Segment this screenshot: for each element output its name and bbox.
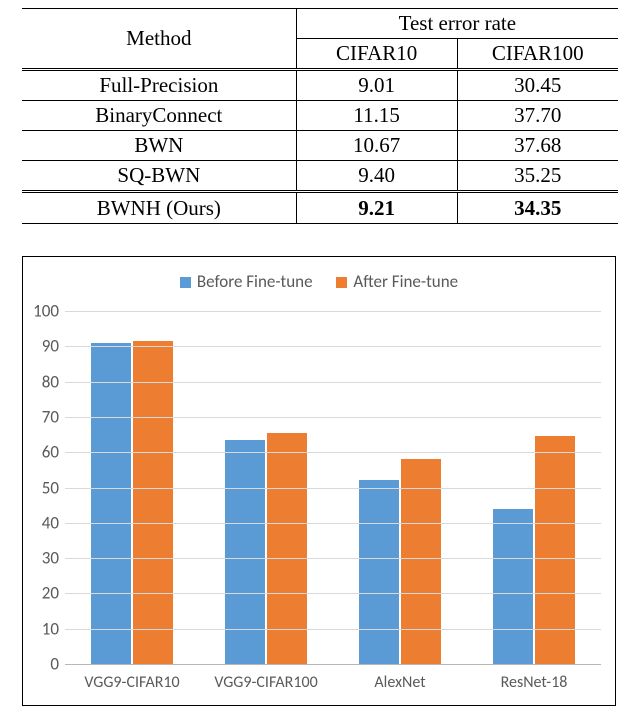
gridline	[65, 382, 601, 383]
legend-after: After Fine-tune	[336, 271, 458, 292]
th-cifar100: CIFAR100	[457, 39, 618, 70]
finetune-bar-chart: Before Fine-tune After Fine-tune VGG9-CI…	[22, 256, 616, 706]
row-c100: 35.25	[457, 161, 618, 192]
y-tick-label: 100	[29, 301, 59, 322]
th-cifar10: CIFAR10	[296, 39, 457, 70]
y-tick-label: 90	[29, 336, 59, 357]
plot-area: VGG9-CIFAR10VGG9-CIFAR100AlexNetResNet-1…	[65, 311, 601, 665]
results-table: Method Test error rate CIFAR10 CIFAR100 …	[22, 8, 618, 224]
y-tick-label: 20	[29, 583, 59, 604]
chart-legend: Before Fine-tune After Fine-tune	[23, 271, 615, 292]
row-c10: 11.15	[296, 101, 457, 131]
swatch-before-icon	[180, 277, 191, 288]
bar-after	[535, 436, 575, 664]
gridline	[65, 417, 601, 418]
row-method: SQ-BWN	[22, 161, 296, 192]
bar-before	[91, 343, 131, 664]
row-c100: 30.45	[457, 70, 618, 101]
row-method: Full-Precision	[22, 70, 296, 101]
row-method: BWN	[22, 131, 296, 161]
row-c10: 10.67	[296, 131, 457, 161]
y-tick-label: 50	[29, 477, 59, 498]
bar-before	[359, 480, 399, 664]
x-tick-label: VGG9-CIFAR10	[65, 673, 199, 692]
y-tick-label: 0	[29, 654, 59, 675]
y-tick-label: 60	[29, 442, 59, 463]
row-c10: 9.01	[296, 70, 457, 101]
y-tick-label: 80	[29, 371, 59, 392]
y-tick-label: 30	[29, 548, 59, 569]
y-tick-label: 10	[29, 618, 59, 639]
row-c10: 9.40	[296, 161, 457, 192]
legend-before: Before Fine-tune	[180, 271, 313, 292]
gridline	[65, 629, 601, 630]
y-tick-label: 70	[29, 406, 59, 427]
row-c100: 37.68	[457, 131, 618, 161]
swatch-after-icon	[336, 277, 347, 288]
row-method: BinaryConnect	[22, 101, 296, 131]
gridline	[65, 558, 601, 559]
x-tick-label: AlexNet	[333, 673, 467, 692]
row-ours-c10: 9.21	[296, 192, 457, 224]
x-tick-label: ResNet-18	[467, 673, 601, 692]
gridline	[65, 523, 601, 524]
x-tick-label: VGG9-CIFAR100	[199, 673, 333, 692]
bar-after	[133, 341, 173, 664]
gridline	[65, 593, 601, 594]
row-ours-method: BWNH (Ours)	[22, 192, 296, 224]
y-tick-label: 40	[29, 512, 59, 533]
gridline	[65, 452, 601, 453]
gridline	[65, 488, 601, 489]
bar-after	[401, 459, 441, 664]
gridline	[65, 346, 601, 347]
row-c100: 37.70	[457, 101, 618, 131]
gridline	[65, 311, 601, 312]
th-spanning: Test error rate	[296, 9, 618, 39]
th-method: Method	[22, 9, 296, 70]
bar-before	[225, 440, 265, 664]
bar-before	[493, 509, 533, 664]
row-ours-c100: 34.35	[457, 192, 618, 224]
